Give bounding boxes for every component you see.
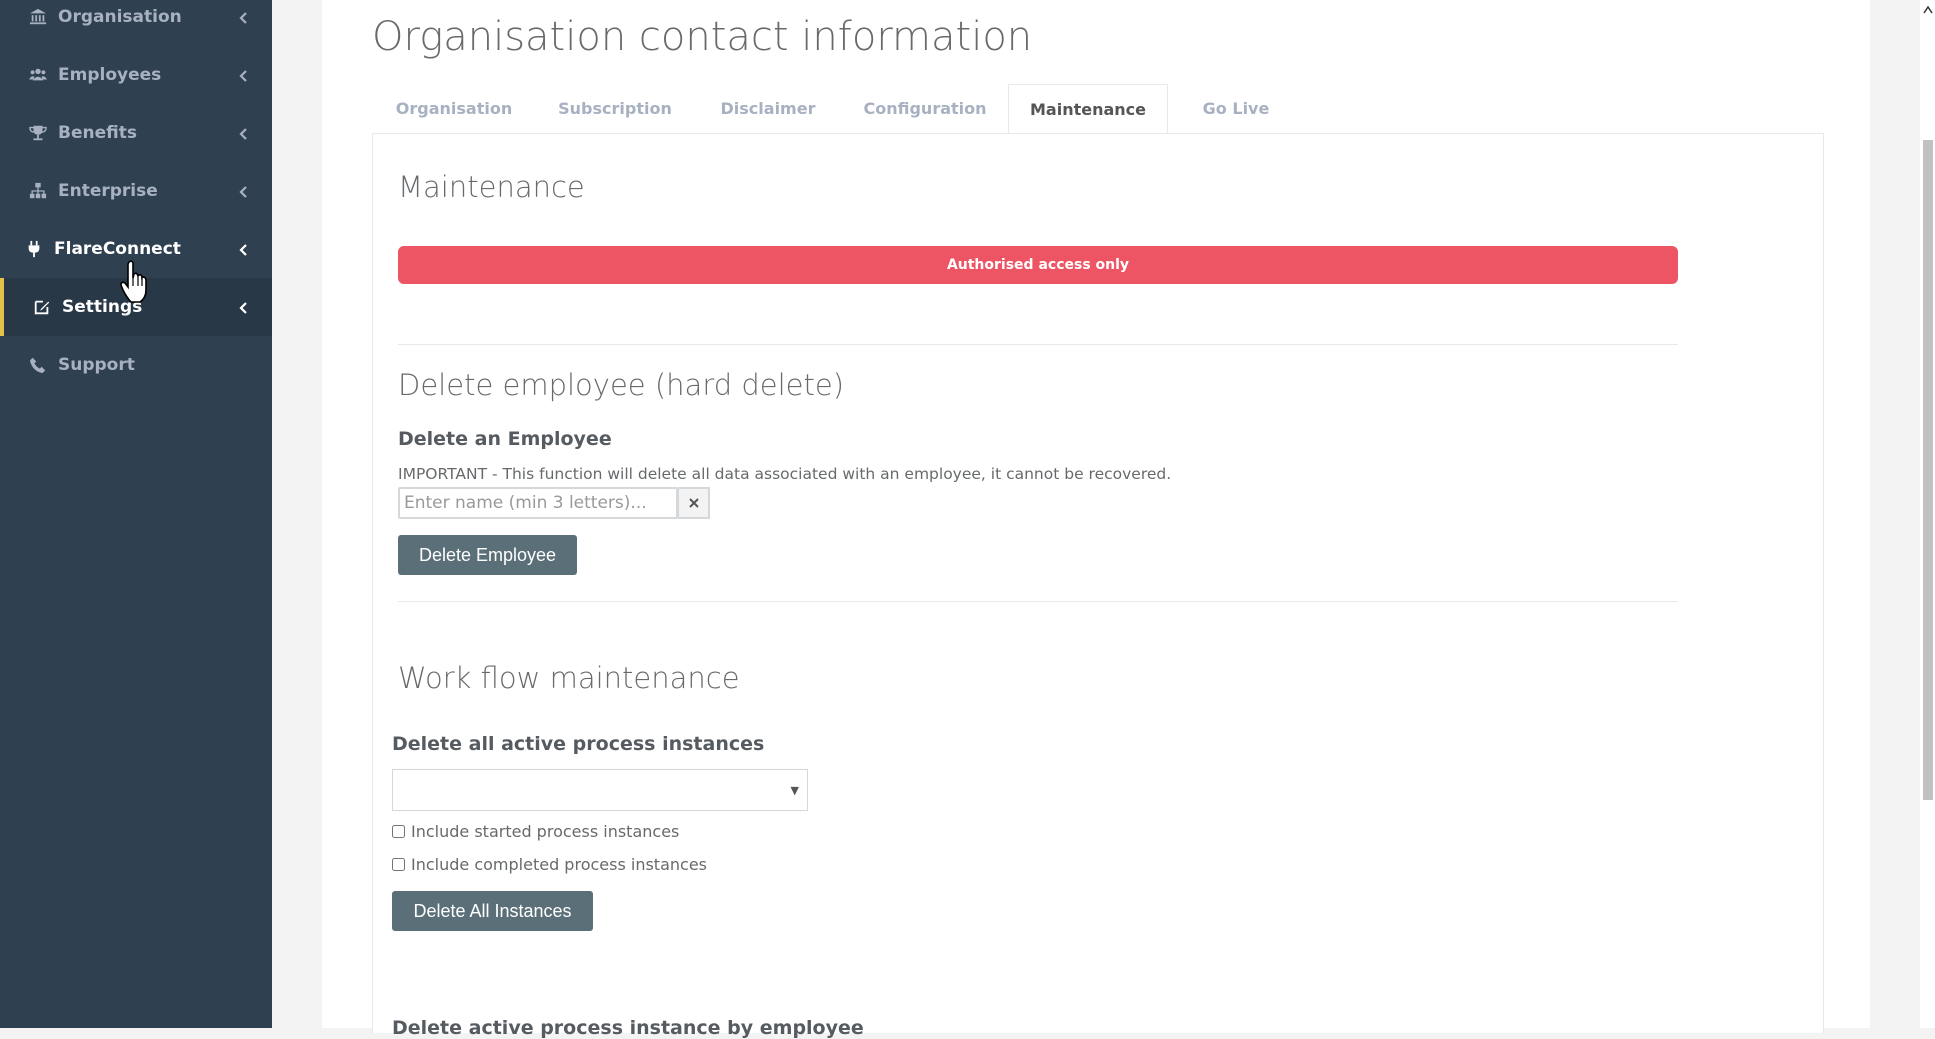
chevron-left-icon [238,68,250,82]
include-completed-checkbox[interactable] [392,858,405,871]
close-icon [688,494,700,513]
phone-icon [28,355,48,375]
divider [398,344,1678,345]
hand-cursor-icon [120,260,150,304]
workflow-heading: Work flow maintenance [398,661,740,695]
sidebar-item-enterprise[interactable]: Enterprise [0,162,272,220]
edit-icon [32,297,52,317]
chevron-left-icon [238,242,250,256]
chevron-left-icon [238,126,250,140]
process-select[interactable]: ▼ [392,769,808,811]
tab-go-live[interactable]: Go Live [1168,84,1304,134]
clear-input-button[interactable] [678,487,710,519]
scrollbar-thumb[interactable] [1923,140,1933,800]
delete-by-employee-subheading: Delete active process instance by employ… [392,1017,864,1039]
tab-disclaimer[interactable]: Disclaimer [694,84,842,134]
users-icon [28,65,48,85]
sidebar-item-employees[interactable]: Employees [0,46,272,104]
chevron-left-icon [238,184,250,198]
plug-icon [24,239,44,259]
chevron-left-icon [238,10,250,24]
divider [398,601,1678,602]
tab-maintenance[interactable]: Maintenance [1008,84,1168,135]
delete-employee-heading: Delete employee (hard delete) [398,368,845,402]
sidebar-item-organisation[interactable]: Organisation [0,0,272,46]
sidebar-item-label: Employees [58,65,162,85]
include-started-checkbox-row[interactable]: Include started process instances [392,822,679,841]
page-title: Organisation contact information [372,14,1033,60]
sitemap-icon [28,181,48,201]
trophy-icon [28,123,48,143]
sidebar-item-label: Benefits [58,123,137,143]
important-note: IMPORTANT - This function will delete al… [398,465,1172,483]
chevron-left-icon [238,300,250,314]
employee-name-input[interactable] [398,487,678,519]
delete-instances-subheading: Delete all active process instances [392,733,765,755]
tab-organisation[interactable]: Organisation [372,84,536,134]
bank-icon [28,7,48,27]
sidebar-item-label: Organisation [58,7,182,27]
sidebar-item-support[interactable]: Support [0,336,272,394]
sidebar-item-label: Support [58,355,135,375]
include-started-label: Include started process instances [411,822,680,841]
alert-banner: Authorised access only [398,246,1678,284]
delete-all-instances-button[interactable]: Delete All Instances [392,891,593,931]
tab-subscription[interactable]: Subscription [536,84,694,134]
include-started-checkbox[interactable] [392,825,405,838]
sidebar: Organisation Employees Benefits Enterpri… [0,0,272,1028]
tab-configuration[interactable]: Configuration [842,84,1008,134]
include-completed-checkbox-row[interactable]: Include completed process instances [392,855,707,874]
sidebar-item-label: FlareConnect [54,239,181,259]
include-completed-label: Include completed process instances [411,855,707,874]
sidebar-item-benefits[interactable]: Benefits [0,104,272,162]
delete-employee-button[interactable]: Delete Employee [398,535,577,575]
scroll-up-icon[interactable] [1923,0,1933,14]
delete-employee-subheading: Delete an Employee [398,428,612,450]
caret-down-icon: ▼ [790,784,799,797]
maintenance-heading: Maintenance [398,170,585,204]
sidebar-item-label: Enterprise [58,181,158,201]
